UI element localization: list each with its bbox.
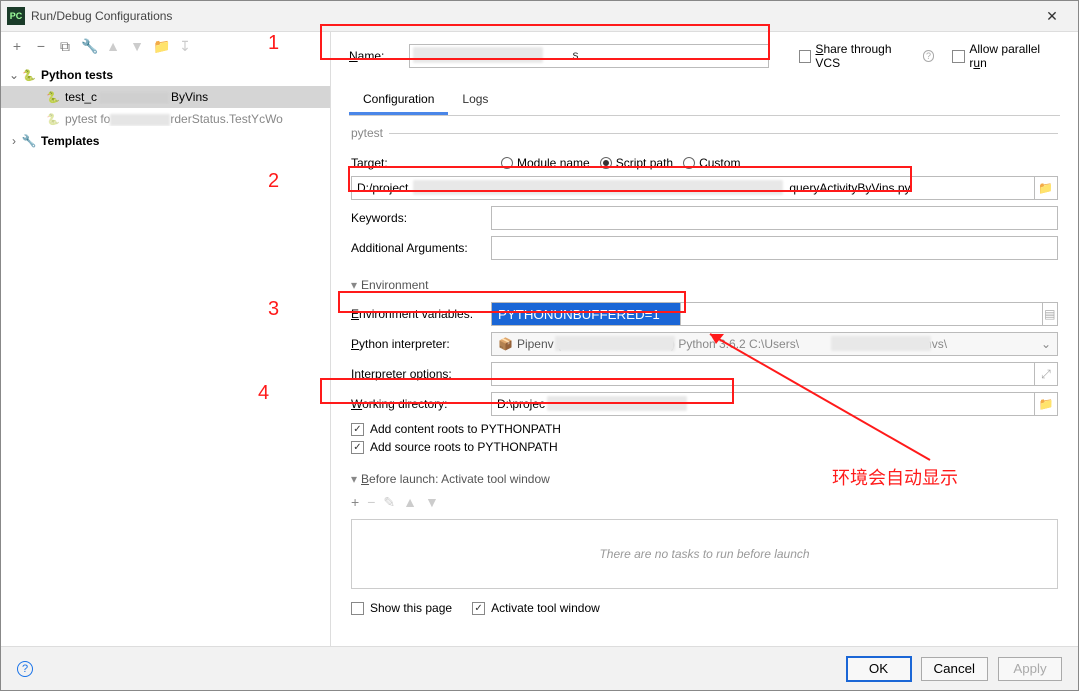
share-vcs-checkbox[interactable]: Share through VCS ?	[799, 42, 935, 70]
config-tree: ⌄ 🐍 Python tests 🐍 test_cByVins 🐍 pytest…	[1, 60, 330, 646]
folder-button[interactable]: 📁	[153, 38, 169, 55]
task-toolbar: + − ✎ ▲ ▼	[351, 490, 1058, 515]
interp-opts-label: Interpreter options:	[351, 367, 491, 381]
copy-config-button[interactable]: ⧉	[57, 38, 73, 55]
tree-node-python-tests[interactable]: ⌄ 🐍 Python tests	[1, 64, 330, 86]
add-config-button[interactable]: +	[9, 38, 25, 54]
tabs: Configuration Logs	[349, 86, 1060, 116]
chevron-down-icon: ▾	[351, 278, 357, 292]
envvars-input[interactable]	[491, 302, 681, 326]
interp-opts-input[interactable]	[491, 362, 1035, 386]
tree-item-label: test_cByVins	[65, 90, 208, 104]
tree-item-label: pytest forderStatus.TestYcWo	[65, 112, 283, 126]
move-down-button[interactable]: ▼	[129, 38, 145, 54]
close-icon[interactable]: ✕	[1032, 8, 1072, 25]
chevron-down-icon[interactable]: ⌄	[7, 68, 21, 82]
edit-task-button[interactable]: ✎	[383, 494, 395, 511]
envvars-input-ext[interactable]	[681, 302, 1043, 326]
add-content-roots-checkbox[interactable]: Add content roots to PYTHONPATH	[351, 422, 1058, 436]
tree-node-test-0[interactable]: 🐍 test_cByVins	[1, 86, 330, 108]
cancel-button[interactable]: Cancel	[921, 657, 989, 681]
pipenv-icon: 📦	[498, 337, 513, 351]
up-task-button[interactable]: ▲	[403, 494, 417, 511]
sort-button[interactable]: ↧	[177, 38, 193, 55]
add-task-button[interactable]: +	[351, 494, 359, 511]
app-icon: PC	[7, 7, 25, 25]
move-up-button[interactable]: ▲	[105, 38, 121, 54]
name-label: Name:	[349, 49, 409, 63]
main-panel: Name: s Share through VCS ? Allow parall…	[331, 32, 1078, 646]
apply-button[interactable]: Apply	[998, 657, 1062, 681]
bottom-bar: ? OK Cancel Apply	[1, 646, 1078, 690]
remove-task-button[interactable]: −	[367, 494, 375, 511]
radio-module-name[interactable]	[501, 157, 513, 169]
tree-label: Python tests	[41, 68, 113, 82]
wrench-icon: 🔧	[21, 133, 37, 149]
pytest-group-icon: 🐍	[21, 67, 37, 83]
chevron-down-icon: ⌄	[1041, 337, 1051, 351]
show-this-page-checkbox[interactable]: Show this page	[351, 601, 452, 615]
environment-section-header[interactable]: ▾Environment	[351, 274, 1058, 296]
tab-logs[interactable]: Logs	[448, 86, 502, 115]
tree-node-templates[interactable]: › 🔧 Templates	[1, 130, 330, 152]
help-icon[interactable]: ?	[923, 50, 935, 62]
additional-args-input[interactable]	[491, 236, 1058, 260]
activate-tool-window-checkbox[interactable]: Activate tool window	[472, 601, 600, 615]
remove-config-button[interactable]: −	[33, 38, 49, 54]
titlebar: PC Run/Debug Configurations ✕	[1, 1, 1078, 31]
chevron-right-icon[interactable]: ›	[7, 134, 21, 148]
keywords-label: Keywords:	[351, 211, 491, 225]
edit-defaults-button[interactable]: 🔧	[81, 38, 97, 55]
add-source-roots-checkbox[interactable]: Add source roots to PYTHONPATH	[351, 440, 1058, 454]
pytest-legend: pytest	[351, 126, 389, 140]
radio-custom[interactable]	[683, 157, 695, 169]
config-toolbar: + − ⧉ 🔧 ▲ ▼ 📁 ↧	[1, 32, 330, 60]
help-button[interactable]: ?	[17, 661, 33, 677]
target-label: Target:	[351, 156, 491, 170]
allow-parallel-checkbox[interactable]: Allow parallel run	[952, 42, 1060, 70]
envvars-label: Environment variables:	[351, 307, 491, 321]
tree-label: Templates	[41, 134, 99, 148]
pytest-section: pytest Target: Module name Script path C…	[351, 126, 1058, 266]
target-radios: Module name Script path Custom	[491, 156, 1058, 170]
chevron-down-icon: ▾	[351, 472, 357, 486]
window-title: Run/Debug Configurations	[31, 9, 1032, 23]
workdir-browse-button[interactable]: 📁	[1035, 392, 1058, 416]
tree-node-test-1[interactable]: 🐍 pytest forderStatus.TestYcWo	[1, 108, 330, 130]
radio-script-path[interactable]	[600, 157, 612, 169]
tasks-list: There are no tasks to run before launch	[351, 519, 1058, 589]
browse-script-button[interactable]: 📁	[1035, 176, 1058, 200]
ok-button[interactable]: OK	[847, 657, 911, 681]
before-launch-header[interactable]: ▾Before launch: Activate tool window	[351, 468, 1058, 490]
pytest-icon: 🐍	[45, 111, 61, 127]
expand-opts-button[interactable]: ⤢	[1035, 362, 1058, 386]
down-task-button[interactable]: ▼	[425, 494, 439, 511]
keywords-input[interactable]	[491, 206, 1058, 230]
additional-args-label: Additional Arguments:	[351, 241, 491, 255]
sidebar: + − ⧉ 🔧 ▲ ▼ 📁 ↧ ⌄ 🐍 Python tests 🐍 test_…	[1, 32, 331, 646]
workdir-label: Working directory:	[351, 397, 491, 411]
pytest-icon: 🐍	[45, 89, 61, 105]
tab-configuration[interactable]: Configuration	[349, 86, 448, 115]
interpreter-label: Python interpreter:	[351, 337, 491, 351]
envvars-browse-button[interactable]: ▤	[1043, 302, 1058, 326]
